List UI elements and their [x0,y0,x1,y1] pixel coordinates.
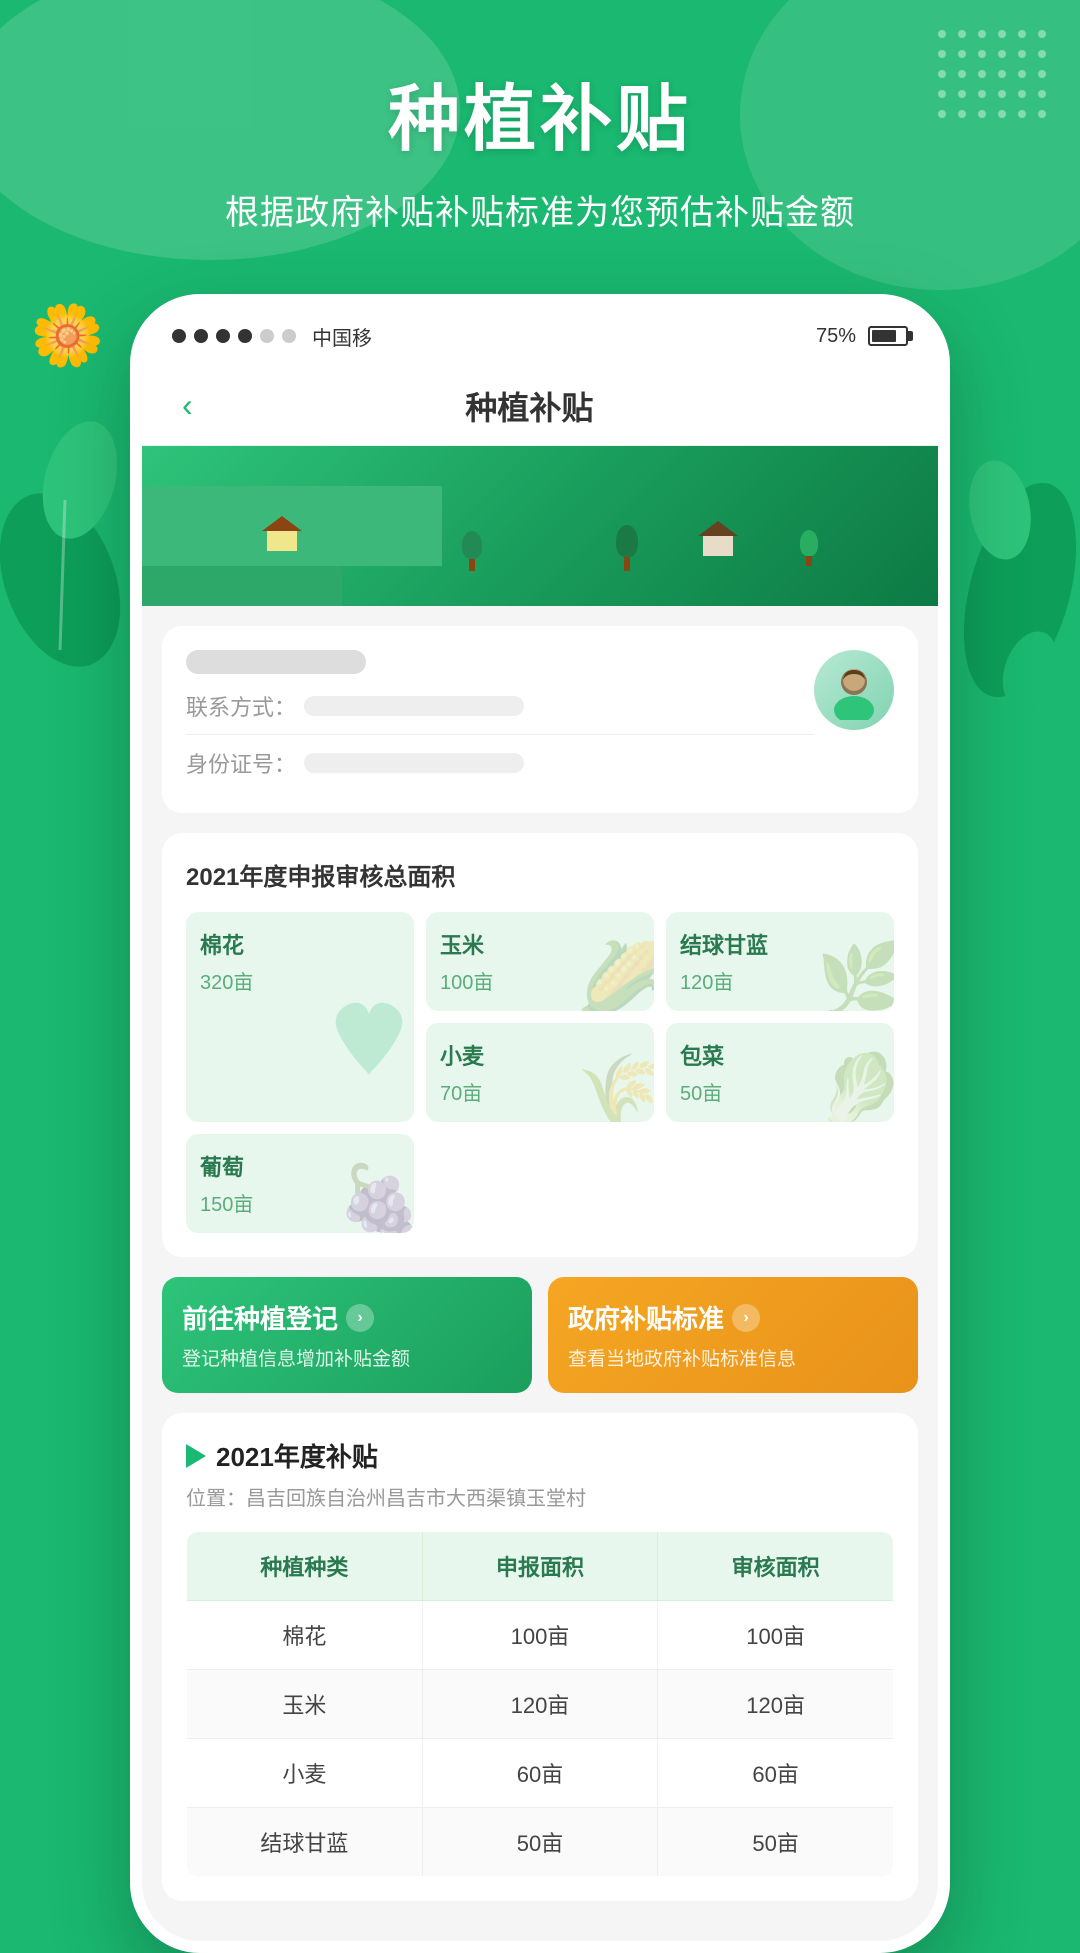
table-cell-reported-0: 100亩 [422,1601,658,1670]
hero-scene [142,486,938,606]
planting-register-button[interactable]: 前往种植登记 › 登记种植信息增加补贴金额 [162,1277,532,1393]
signal-dot-4 [238,329,252,343]
signal-dot-3 [216,329,230,343]
subsidy-table: 种植种类 申报面积 审核面积 棉花100亩100亩玉米120亩120亩小麦60亩… [186,1531,894,1877]
table-cell-reviewed-0: 100亩 [658,1601,894,1670]
hero-banner [142,446,938,606]
crop-card-cotton: 棉花 320亩 [186,912,414,1122]
stats-title: 2021年度申报审核总面积 [186,857,894,892]
crop-icon-pakchoi: 🥬 [817,1050,894,1122]
table-cell-reported-1: 120亩 [422,1670,658,1739]
page-content: 种植补贴 根据政府补贴补贴标准为您预估补贴金额 中国移 75% [0,0,1080,1953]
crop-icon-corn: 🌽 [577,939,654,1011]
tree-3 [800,530,818,566]
table-cell-type-2: 小麦 [187,1739,423,1808]
planting-arrow-icon: › [346,1304,374,1332]
table-cell-reviewed-1: 120亩 [658,1670,894,1739]
table-cell-type-1: 玉米 [187,1670,423,1739]
table-row: 结球甘蓝50亩50亩 [187,1808,894,1877]
crop-card-cabbage: 结球甘蓝 120亩 🌿 [666,912,894,1011]
table-cell-reviewed-2: 60亩 [658,1739,894,1808]
table-cell-reviewed-3: 50亩 [658,1808,894,1877]
table-cell-reported-2: 60亩 [422,1739,658,1808]
crop-icon-cotton [319,974,414,1112]
phone-mockup: 中国移 75% ‹ 种植补贴 [130,294,950,1953]
app-main-content: 联系方式： 身份证号： [142,606,938,1941]
tree-2 [616,525,638,571]
table-header-reviewed: 审核面积 [658,1532,894,1601]
battery-percent: 75% [816,325,856,348]
hill-2 [142,566,342,606]
crop-card-pakchoi: 包菜 50亩 🥬 [666,1023,894,1122]
app-navbar: ‹ 种植补贴 [142,366,938,446]
subsidy-section: 2021年度补贴 位置：昌吉回族自治州昌吉市大西渠镇玉堂村 种植种类 申报面积 … [162,1413,918,1901]
crop-icon-wheat: 🌾 [577,1050,654,1122]
crop-card-grape: 葡萄 150亩 🍇 [186,1134,414,1233]
table-cell-type-3: 结球甘蓝 [187,1808,423,1877]
table-row: 小麦60亩60亩 [187,1739,894,1808]
battery-icon [868,326,908,346]
user-divider [186,734,814,735]
signal-dot-1 [172,329,186,343]
planting-register-title: 前往种植登记 › [182,1299,512,1336]
subsidy-year-label: 2021年度补贴 [216,1437,378,1474]
table-cell-type-0: 棉花 [187,1601,423,1670]
gov-standard-button[interactable]: 政府补贴标准 › 查看当地政府补贴标准信息 [548,1277,918,1393]
contact-label: 联系方式： [186,690,296,722]
battery-area: 75% [816,325,908,348]
back-button[interactable]: ‹ [172,377,203,434]
user-info: 联系方式： 身份证号： [186,650,814,789]
battery-fill [872,330,896,342]
table-row: 玉米120亩120亩 [187,1670,894,1739]
avatar [814,650,894,730]
gov-standard-desc: 查看当地政府补贴标准信息 [568,1344,898,1371]
signal-dot-2 [194,329,208,343]
user-card: 联系方式： 身份证号： [162,626,918,813]
house-2 [698,516,738,556]
action-buttons: 前往种植登记 › 登记种植信息增加补贴金额 政府补贴标准 › 查看当地政府补贴标… [162,1277,918,1393]
subsidy-location: 位置：昌吉回族自治州昌吉市大西渠镇玉堂村 [186,1482,894,1511]
signal-dot-6 [282,329,296,343]
subsidy-header: 2021年度补贴 [186,1437,894,1474]
planting-register-desc: 登记种植信息增加补贴金额 [182,1344,512,1371]
crop-card-corn: 玉米 100亩 🌽 [426,912,654,1011]
gov-arrow-icon: › [732,1304,760,1332]
house-1 [262,511,302,551]
id-label: 身份证号： [186,747,296,779]
tree-1 [462,531,482,571]
signal-area: 中国移 [172,322,372,351]
carrier-label: 中国移 [312,322,372,351]
gov-standard-title: 政府补贴标准 › [568,1299,898,1336]
table-header-type: 种植种类 [187,1532,423,1601]
status-bar: 中国移 75% [142,306,938,366]
crop-icon-grape: 🍇 [337,1161,414,1233]
crop-name-cotton: 棉花 [200,928,400,960]
id-value-blur [304,753,524,773]
contact-field: 联系方式： [186,690,814,722]
subsidy-triangle-icon [186,1444,206,1468]
crop-icon-cabbage: 🌿 [817,939,894,1011]
table-header-reported: 申报面积 [422,1532,658,1601]
id-field: 身份证号： [186,747,814,779]
table-cell-reported-3: 50亩 [422,1808,658,1877]
page-subtitle: 根据政府补贴补贴标准为您预估补贴金额 [225,185,855,234]
user-name-blur [186,650,366,674]
crop-card-wheat: 小麦 70亩 🌾 [426,1023,654,1122]
crops-grid: 棉花 320亩 玉米 [186,912,894,1233]
table-row: 棉花100亩100亩 [187,1601,894,1670]
signal-dot-5 [260,329,274,343]
nav-title: 种植补贴 [203,383,856,429]
contact-value-blur [304,696,524,716]
crops-stats-section: 2021年度申报审核总面积 棉花 320亩 [162,833,918,1257]
page-title: 种植补贴 [388,60,692,165]
